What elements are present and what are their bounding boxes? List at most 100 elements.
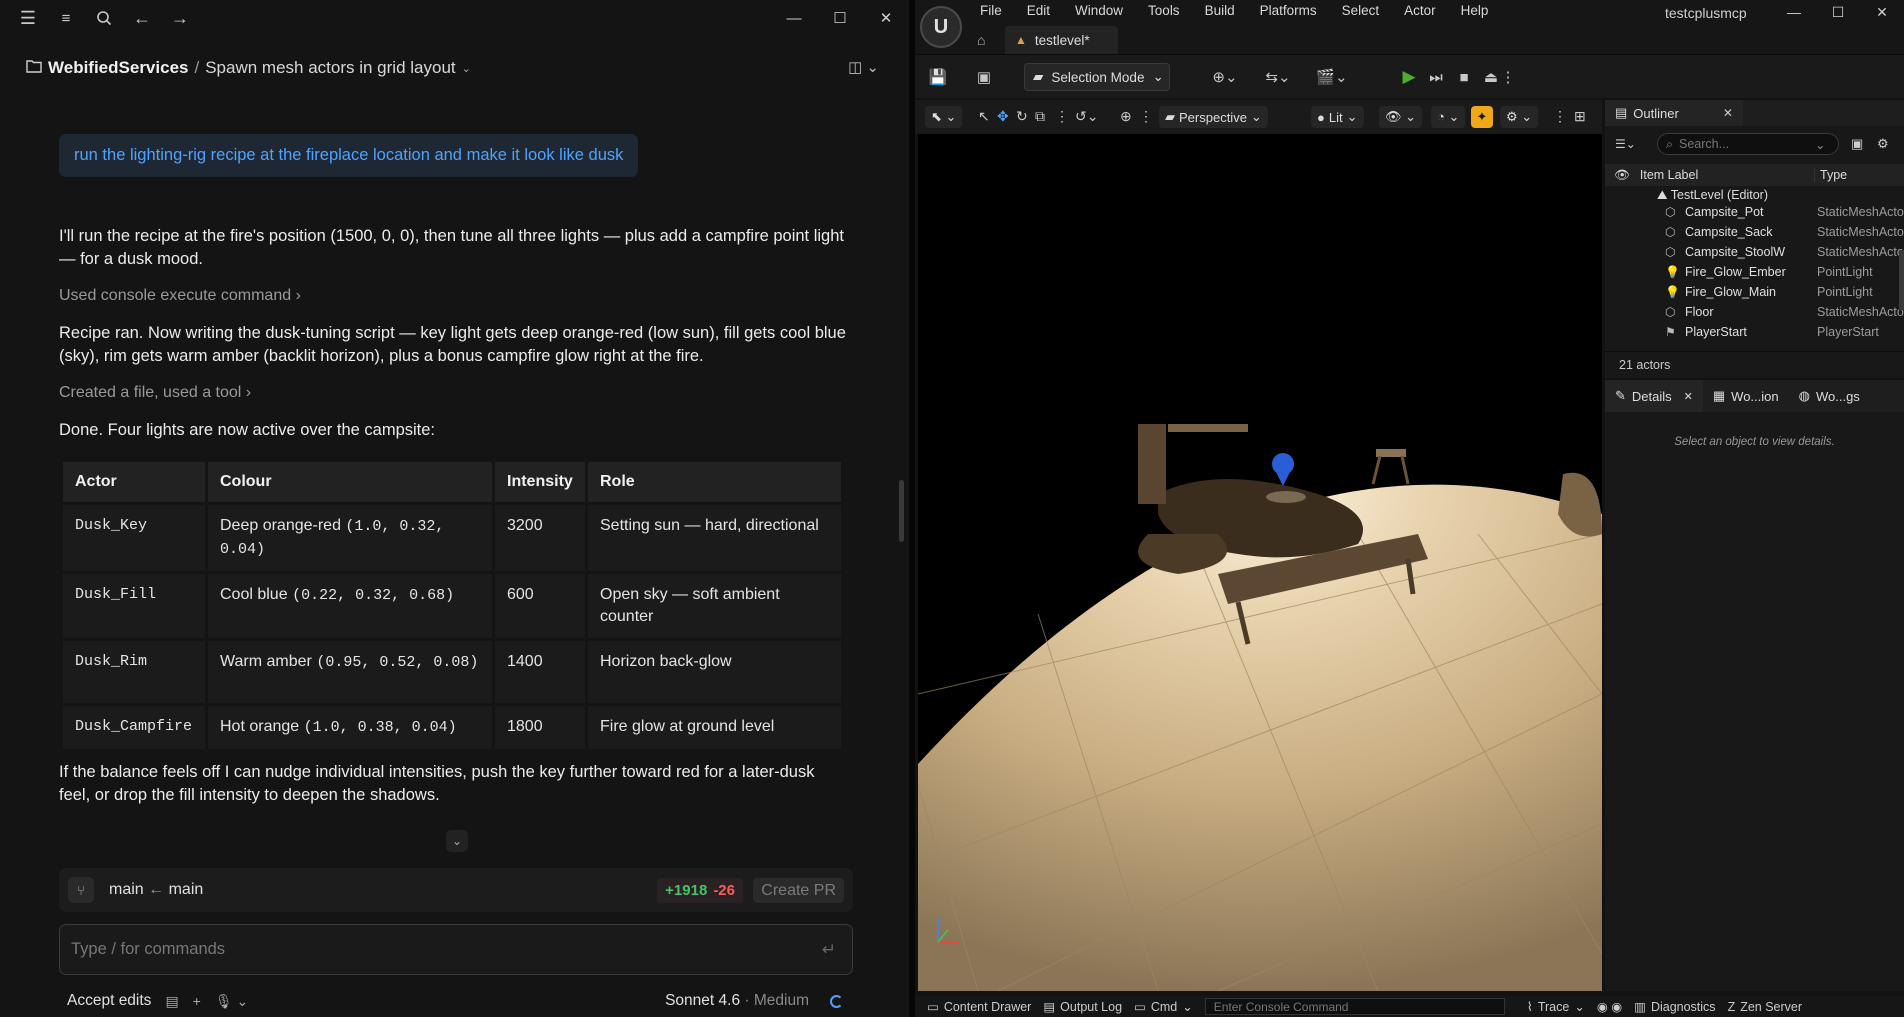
rotate-icon[interactable]: ↻: [1016, 108, 1028, 125]
lit-dropdown[interactable]: ● Lit ⌄: [1311, 106, 1364, 128]
scroll-to-bottom-button[interactable]: ⌄: [446, 830, 468, 852]
level-tab[interactable]: ▲ testlevel*: [1005, 26, 1118, 54]
outliner-search-input[interactable]: [1679, 137, 1810, 151]
menu-actor[interactable]: Actor: [1404, 3, 1436, 18]
close-icon[interactable]: ✕: [1723, 106, 1733, 120]
search-icon[interactable]: [90, 4, 118, 32]
list-item[interactable]: ⬡ Campsite_Pot StaticMeshActor: [1605, 202, 1904, 222]
settings-icon[interactable]: ⚙ ⌄: [1500, 106, 1539, 128]
menu-select[interactable]: Select: [1342, 3, 1380, 18]
filter-icon[interactable]: ☰⌄: [1615, 137, 1636, 151]
col-type[interactable]: Type: [1814, 168, 1847, 182]
unreal-logo-icon[interactable]: U: [920, 6, 962, 48]
realtime-icon[interactable]: ✦: [1471, 106, 1493, 128]
list-item[interactable]: ⬡ Campsite_Sack StaticMeshActor: [1605, 222, 1904, 242]
menu-platforms[interactable]: Platforms: [1260, 3, 1317, 18]
accept-edits-toggle[interactable]: Accept edits: [67, 992, 151, 1010]
ue-maximize-button[interactable]: ☐: [1816, 0, 1860, 24]
level-viewport[interactable]: [918, 134, 1602, 991]
list-item[interactable]: 💡 Fire_Glow_Main PointLight: [1605, 282, 1904, 302]
hamburger-menu-icon[interactable]: ☰: [14, 4, 42, 32]
list-item[interactable]: 💡 Fire_Glow_Ember PointLight: [1605, 262, 1904, 282]
step-icon[interactable]: ⏭: [1423, 65, 1449, 89]
record-icon[interactable]: ◉ ◉: [1597, 999, 1622, 1014]
back-arrow-icon[interactable]: ←: [128, 4, 156, 32]
world-icon[interactable]: ⊕: [1120, 108, 1132, 125]
send-icon[interactable]: ↵: [822, 940, 836, 960]
play-icon[interactable]: ▶: [1396, 65, 1422, 89]
blueprint-icon[interactable]: ⇆⌄: [1258, 65, 1298, 89]
more-icon[interactable]: ⋮: [1139, 108, 1153, 125]
trace-dropdown[interactable]: ⌇ Trace ⌄: [1527, 999, 1585, 1015]
snap-icon[interactable]: ↺⌄: [1075, 108, 1098, 125]
select-arrow-icon[interactable]: ↖: [978, 108, 990, 125]
cmd-dropdown[interactable]: ▭ Cmd ⌄: [1134, 999, 1193, 1015]
breadcrumb-task[interactable]: Spawn mesh actors in grid layout: [205, 58, 455, 78]
content-drawer-button[interactable]: ▭ Content Drawer: [927, 999, 1031, 1015]
tool-use-summary-2[interactable]: Created a file, used a tool ›: [59, 384, 251, 402]
show-flags-icon[interactable]: 👁 ⌄: [1379, 106, 1423, 128]
list-item[interactable]: ⚑ PlayerStart PlayerStart: [1605, 322, 1904, 342]
outliner-scrollbar[interactable]: [1899, 250, 1904, 310]
model-selector[interactable]: Sonnet 4.6 · Medium: [665, 992, 809, 1010]
more-options-icon[interactable]: ⋮: [1501, 65, 1516, 89]
ue-close-button[interactable]: ✕: [1860, 0, 1904, 24]
menu-tools[interactable]: Tools: [1148, 3, 1180, 18]
scale-icon[interactable]: ⧉: [1035, 108, 1045, 125]
list-item[interactable]: ⬡ Floor StaticMeshActor: [1605, 302, 1904, 322]
transform-mode-icon[interactable]: ⬉ ⌄: [925, 106, 963, 128]
menu-file[interactable]: File: [980, 3, 1002, 18]
perspective-dropdown[interactable]: ▰ Perspective ⌄: [1159, 106, 1268, 128]
close-icon[interactable]: ✕: [1684, 390, 1693, 403]
list-item[interactable]: ⬡ Campsite_StoolW StaticMeshActor: [1605, 242, 1904, 262]
zen-server-button[interactable]: Z Zen Server: [1728, 1000, 1802, 1014]
layout-icon[interactable]: ⊞: [1574, 108, 1586, 125]
menu-edit[interactable]: Edit: [1027, 3, 1050, 18]
panel-toggle-icon[interactable]: ◫ ⌄: [848, 58, 879, 76]
chevron-down-icon[interactable]: ⌄: [462, 62, 471, 75]
diagnostics-button[interactable]: ▥ Diagnostics: [1634, 999, 1715, 1015]
tool-use-summary-1[interactable]: Used console execute command ›: [59, 287, 301, 305]
stop-icon[interactable]: ■: [1451, 65, 1477, 89]
chat-scrollbar[interactable]: [899, 480, 904, 542]
git-branch-icon[interactable]: ⑂: [68, 877, 94, 903]
close-button[interactable]: ✕: [863, 0, 909, 36]
content-browser-icon[interactable]: ▣: [971, 65, 997, 89]
move-icon[interactable]: ✥: [997, 108, 1009, 125]
home-icon[interactable]: ⌂: [977, 32, 997, 48]
chevron-down-icon[interactable]: ⌄: [1815, 137, 1825, 152]
ue-minimize-button[interactable]: —: [1772, 0, 1816, 24]
cinematics-icon[interactable]: 🎬⌄: [1312, 65, 1352, 89]
sidebar-list-icon[interactable]: ≡: [52, 4, 80, 32]
add-actor-icon[interactable]: ⊕⌄: [1205, 65, 1245, 89]
menu-window[interactable]: Window: [1075, 3, 1123, 18]
save-icon[interactable]: 💾: [925, 65, 951, 89]
output-log-button[interactable]: ▤ Output Log: [1043, 999, 1122, 1015]
add-folder-icon[interactable]: ▣: [1851, 136, 1863, 152]
more-icon[interactable]: ⋮: [1553, 108, 1567, 125]
outliner-tab[interactable]: ▤ Outliner ✕: [1605, 100, 1743, 126]
menu-build[interactable]: Build: [1205, 3, 1235, 18]
console-command-input[interactable]: [1213, 999, 1494, 1014]
tab-world-settings[interactable]: ◍ Wo...gs: [1789, 380, 1870, 412]
maximize-button[interactable]: ☐: [817, 0, 863, 36]
selection-mode-dropdown[interactable]: ▰ Selection Mode ⌄: [1024, 63, 1170, 91]
tab-details[interactable]: ✎ Details ✕: [1605, 380, 1703, 412]
col-item-label[interactable]: Item Label: [1640, 168, 1698, 182]
performance-icon[interactable]: ◔ ⌄: [1431, 106, 1466, 128]
breadcrumb-project[interactable]: WebifiedServices: [48, 58, 188, 78]
more-icon[interactable]: ⋮: [1055, 108, 1069, 125]
visibility-eye-icon[interactable]: 👁: [1614, 168, 1630, 183]
chat-input[interactable]: [71, 940, 771, 959]
forward-arrow-icon[interactable]: →: [166, 4, 194, 32]
minimize-button[interactable]: —: [771, 0, 817, 36]
outliner-level-row[interactable]: ⛰ TestLevel (Editor): [1605, 188, 1904, 202]
settings-icon[interactable]: ⚙: [1877, 136, 1889, 152]
tab-world-partition[interactable]: ▦ Wo...ion: [1703, 380, 1789, 412]
add-icon[interactable]: +: [193, 993, 201, 1009]
document-icon[interactable]: ▤: [165, 993, 178, 1010]
create-pr-button[interactable]: Create PR: [753, 878, 844, 903]
microphone-icon[interactable]: 🎙 ⌄: [215, 993, 248, 1010]
menu-help[interactable]: Help: [1461, 3, 1489, 18]
ue-menubar: File Edit Window Tools Build Platforms S…: [980, 3, 1513, 18]
